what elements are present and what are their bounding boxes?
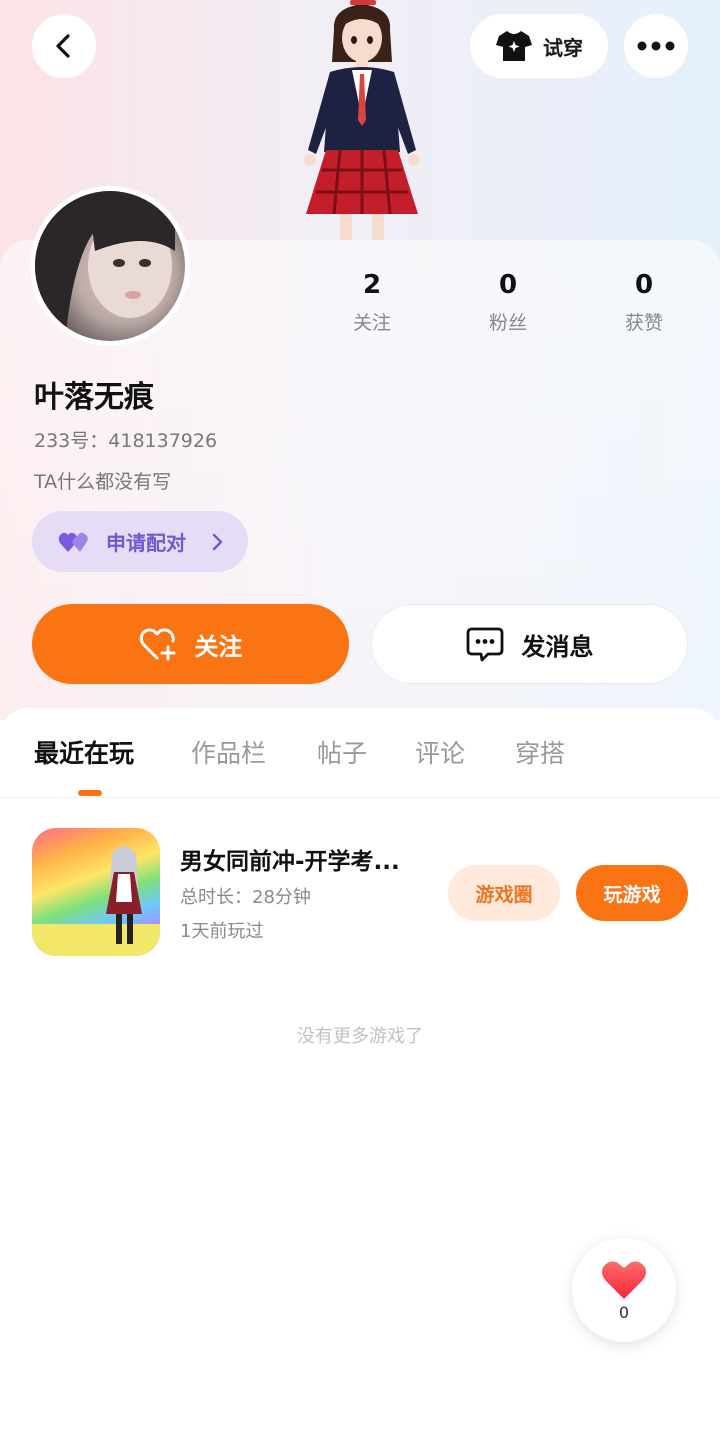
stat-fans-value: 0 — [498, 270, 518, 300]
avatar-photo — [35, 191, 185, 341]
like-button[interactable]: 0 — [572, 1238, 676, 1342]
user-bio: TA什么都没有写 — [34, 471, 172, 493]
stat-following[interactable]: 2 关注 — [322, 268, 422, 335]
game-circle-button[interactable]: 游戏圈 — [448, 865, 560, 921]
tab-recently-played[interactable]: 最近在玩 — [34, 734, 134, 770]
user-avatar[interactable] — [30, 186, 190, 346]
avatar-portrait-icon — [35, 191, 185, 341]
chevron-right-icon — [212, 533, 223, 550]
game-last-played: 1天前玩过 — [180, 921, 264, 942]
request-pairing-button[interactable]: 申请配对 — [32, 511, 248, 572]
stat-likes[interactable]: 0 获赞 — [594, 268, 694, 335]
chat-bubble-icon — [466, 627, 503, 662]
tshirt-icon — [496, 31, 532, 61]
tab-works[interactable]: 作品栏 — [191, 734, 266, 770]
game-title: 男女同前冲-开学考... — [180, 849, 400, 875]
no-more-games-text: 没有更多游戏了 — [297, 1026, 423, 1047]
more-dots-icon — [637, 41, 675, 51]
profile-tabs: 最近在玩 作品栏 帖子 评论 穿搭 — [0, 708, 720, 798]
stat-likes-value: 0 — [634, 270, 654, 300]
double-heart-icon — [58, 532, 88, 552]
send-message-label: 发消息 — [521, 632, 594, 661]
heart-plus-icon — [139, 628, 175, 661]
tab-outfits[interactable]: 穿搭 — [515, 734, 565, 770]
username: 叶落无痕 — [34, 380, 154, 415]
back-button[interactable] — [32, 14, 96, 78]
more-options-button[interactable] — [624, 14, 688, 78]
chevron-left-icon — [56, 34, 70, 58]
list-item[interactable]: 男女同前冲-开学考... 总时长：28分钟 1天前玩过 游戏圈 玩游戏 — [0, 828, 720, 958]
try-on-label: 试穿 — [543, 35, 583, 60]
active-tab-indicator — [78, 790, 102, 796]
avatar-3d-character[interactable] — [282, 0, 442, 240]
game-play-duration: 总时长：28分钟 — [180, 887, 311, 908]
like-count: 0 — [618, 1302, 630, 1322]
stat-likes-label: 获赞 — [624, 312, 663, 334]
follow-label: 关注 — [194, 632, 243, 661]
stat-following-label: 关注 — [352, 312, 391, 334]
play-game-button[interactable]: 玩游戏 — [576, 865, 688, 921]
tab-comments[interactable]: 评论 — [415, 734, 465, 770]
send-message-button[interactable]: 发消息 — [371, 604, 688, 684]
stat-fans-label: 粉丝 — [488, 312, 527, 334]
game-character-icon — [32, 846, 160, 956]
stat-following-value: 2 — [362, 270, 382, 300]
heart-icon — [601, 1261, 647, 1299]
user-id: 233号：418137926 — [34, 430, 218, 452]
request-pairing-label: 申请配对 — [106, 531, 186, 555]
follow-button[interactable]: 关注 — [32, 604, 349, 684]
game-thumbnail[interactable] — [32, 828, 160, 956]
tab-posts[interactable]: 帖子 — [317, 734, 367, 770]
try-on-button[interactable]: 试穿 — [470, 14, 608, 78]
stat-fans[interactable]: 0 粉丝 — [458, 268, 558, 335]
